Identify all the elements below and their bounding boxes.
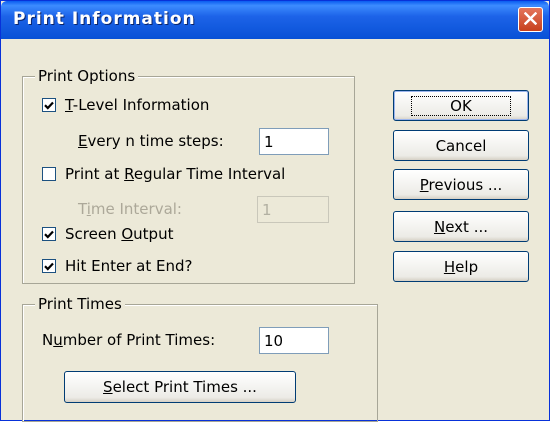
print-options-legend: Print Options xyxy=(35,67,139,85)
select-print-times-label: Select Print Times ... xyxy=(103,378,257,396)
previous-label: Previous ... xyxy=(419,175,503,194)
ok-label: OK xyxy=(411,95,511,116)
cancel-button[interactable]: Cancel xyxy=(393,130,529,161)
ok-button[interactable]: OK xyxy=(393,90,529,121)
time-interval-input xyxy=(257,196,329,223)
help-button[interactable]: Help xyxy=(393,251,529,282)
regular-interval-checkbox[interactable]: Print at Regular Time Interval xyxy=(42,162,285,186)
every-n-label: Every n time steps: xyxy=(78,132,224,150)
cancel-label: Cancel xyxy=(435,136,487,155)
print-times-group: Print Times xyxy=(22,295,378,422)
checkmark-icon xyxy=(44,262,54,271)
help-label: Help xyxy=(443,257,479,276)
number-of-print-times-label: Number of Print Times: xyxy=(42,331,216,349)
print-information-dialog: Print Information Print Options T-Level … xyxy=(0,0,550,422)
next-label: Next ... xyxy=(433,217,489,236)
tlevel-information-checkbox[interactable]: T-Level Information xyxy=(42,93,209,117)
checkmark-icon xyxy=(44,230,54,239)
screen-output-label: Screen Output xyxy=(65,225,174,243)
title-bar[interactable]: Print Information xyxy=(1,1,549,39)
previous-button[interactable]: Previous ... xyxy=(393,169,529,200)
close-icon xyxy=(523,11,538,29)
select-print-times-button[interactable]: Select Print Times ... xyxy=(64,371,296,403)
tlevel-checkbox-box[interactable] xyxy=(42,98,56,112)
hit-enter-checkbox[interactable]: Hit Enter at End? xyxy=(42,254,192,278)
screen-output-checkbox[interactable]: Screen Output xyxy=(42,222,173,246)
next-button[interactable]: Next ... xyxy=(393,211,529,242)
tlevel-label: T-Level Information xyxy=(65,96,210,114)
print-times-legend: Print Times xyxy=(35,295,125,313)
checkmark-icon xyxy=(44,101,54,110)
number-of-print-times-input[interactable] xyxy=(259,327,329,354)
regular-interval-checkbox-box[interactable] xyxy=(42,167,56,181)
time-interval-label: Time Interval: xyxy=(78,200,182,218)
screen-output-checkbox-box[interactable] xyxy=(42,227,56,241)
hit-enter-checkbox-box[interactable] xyxy=(42,259,56,273)
hit-enter-label: Hit Enter at End? xyxy=(65,257,193,275)
regular-interval-label: Print at Regular Time Interval xyxy=(65,165,286,183)
close-button[interactable] xyxy=(518,7,543,32)
every-n-input[interactable] xyxy=(259,128,329,155)
window-title: Print Information xyxy=(13,9,196,29)
